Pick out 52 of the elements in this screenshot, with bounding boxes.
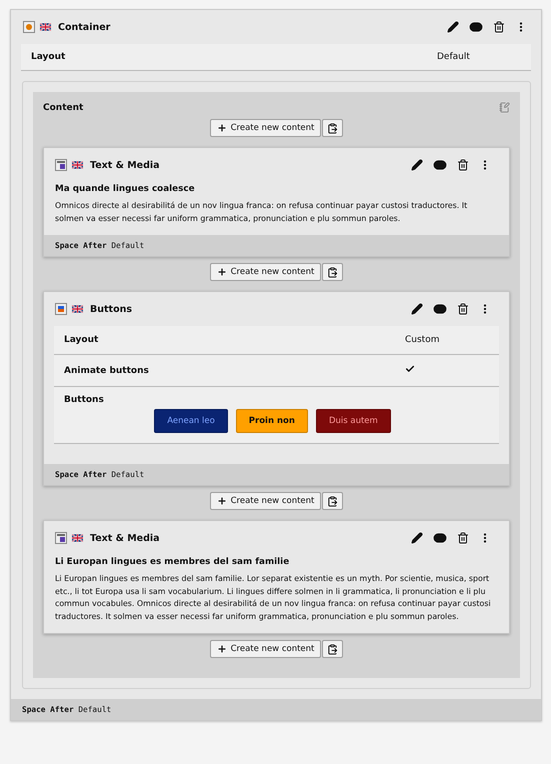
delete-icon[interactable] <box>457 159 469 171</box>
content-header: Ma quande lingues coalesce <box>55 184 196 194</box>
content-type-icon <box>23 21 35 33</box>
panel-title: Content <box>43 102 84 112</box>
toggle-icon[interactable] <box>433 302 447 316</box>
plus-icon <box>216 267 227 277</box>
element-title: Buttons <box>90 304 134 314</box>
container-title: Container <box>58 22 112 32</box>
field-label: Buttons <box>64 395 105 405</box>
paste-button[interactable] <box>322 119 344 137</box>
create-content-button[interactable]: Create new content <box>210 492 322 510</box>
paste-button[interactable] <box>322 492 344 510</box>
field-value: Default <box>437 52 471 62</box>
plus-icon <box>216 496 227 506</box>
paste-button[interactable] <box>322 640 344 658</box>
delete-icon[interactable] <box>493 21 505 33</box>
field-label: Layout <box>64 335 100 345</box>
element-title: Text & Media <box>90 532 161 544</box>
paste-button[interactable] <box>322 263 344 281</box>
element-title: Text & Media <box>90 160 161 170</box>
color-button[interactable]: Proin non <box>236 409 308 433</box>
content-type-icon <box>55 303 67 315</box>
toggle-icon[interactable] <box>433 531 447 545</box>
content-type-icon <box>55 532 67 544</box>
color-button[interactable]: Duis autem <box>316 409 391 433</box>
delete-icon[interactable] <box>457 532 469 544</box>
clipboard-icon <box>327 644 338 654</box>
field-label: Animate buttons <box>64 366 150 376</box>
flag-icon <box>72 305 83 313</box>
plus-icon <box>216 644 227 654</box>
flag-icon <box>72 161 83 169</box>
toggle-icon[interactable] <box>433 158 447 172</box>
edit-icon[interactable] <box>411 303 423 315</box>
create-content-button[interactable]: Create new content <box>210 263 322 281</box>
edit-icon[interactable] <box>447 21 459 33</box>
clipboard-icon <box>327 122 338 134</box>
edit-icon[interactable] <box>411 159 423 171</box>
content-type-icon <box>55 159 67 171</box>
field-value: Custom <box>405 335 440 345</box>
edit-icon[interactable] <box>411 532 423 544</box>
color-button[interactable]: Aenean leo <box>154 409 228 433</box>
create-content-button[interactable]: Create new content <box>210 119 322 137</box>
flag-icon <box>72 534 83 542</box>
field-label: Layout <box>31 52 66 62</box>
plus-icon <box>216 123 227 133</box>
content-header: Li Europan lingues es membres del sam familie <box>55 557 290 567</box>
create-content-button[interactable]: Create new content <box>210 640 322 658</box>
toggle-icon[interactable] <box>469 20 483 34</box>
flag-icon <box>40 23 51 31</box>
clipboard-icon <box>327 266 338 278</box>
clipboard-icon <box>327 496 338 506</box>
delete-icon[interactable] <box>457 303 469 315</box>
